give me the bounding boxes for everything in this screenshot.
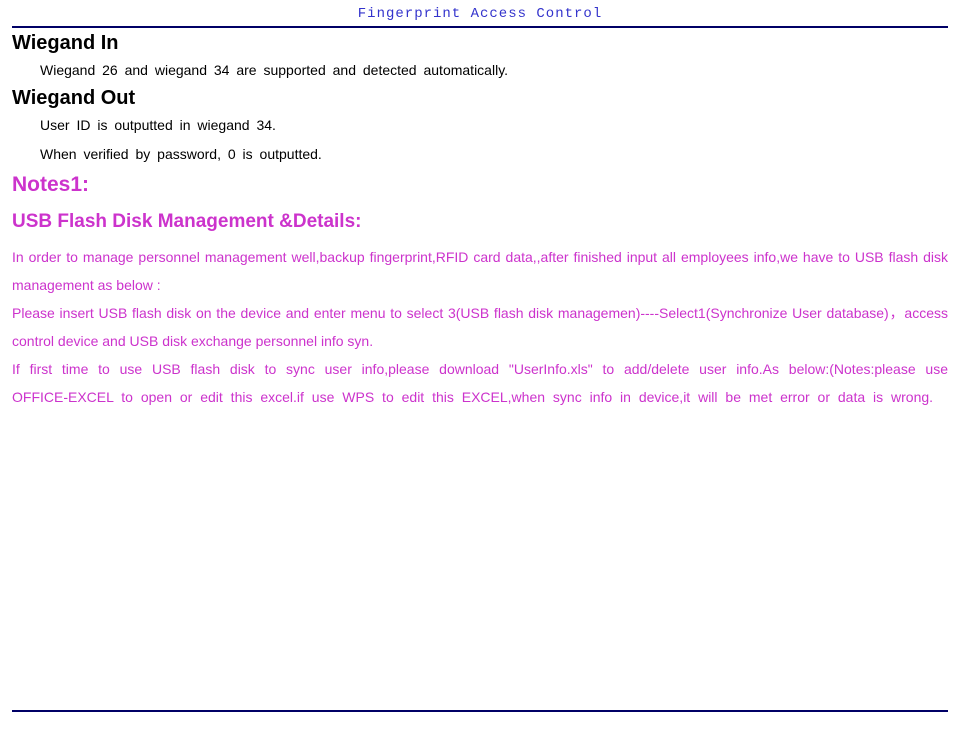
wiegand-out-line2: When verified by password, 0 is outputte…: [40, 143, 948, 165]
wiegand-out-line1: User ID is outputted in wiegand 34.: [40, 114, 948, 136]
wiegand-in-heading: Wiegand In: [12, 32, 948, 55]
notes-para-1: In order to manage personnel management …: [12, 243, 948, 299]
notes-para-3: If first time to use USB flash disk to s…: [12, 355, 948, 411]
top-divider: [12, 26, 948, 28]
wiegand-in-desc: Wiegand 26 and wiegand 34 are supported …: [40, 59, 948, 81]
wiegand-out-heading: Wiegand Out: [12, 87, 948, 110]
notes-heading: Notes1:: [12, 173, 948, 197]
notes-subheading: USB Flash Disk Management &Details:: [12, 211, 948, 233]
page-header-title: Fingerprint Access Control: [12, 0, 948, 26]
notes-para-2: Please insert USB flash disk on the devi…: [12, 299, 948, 355]
bottom-divider: [12, 710, 948, 712]
